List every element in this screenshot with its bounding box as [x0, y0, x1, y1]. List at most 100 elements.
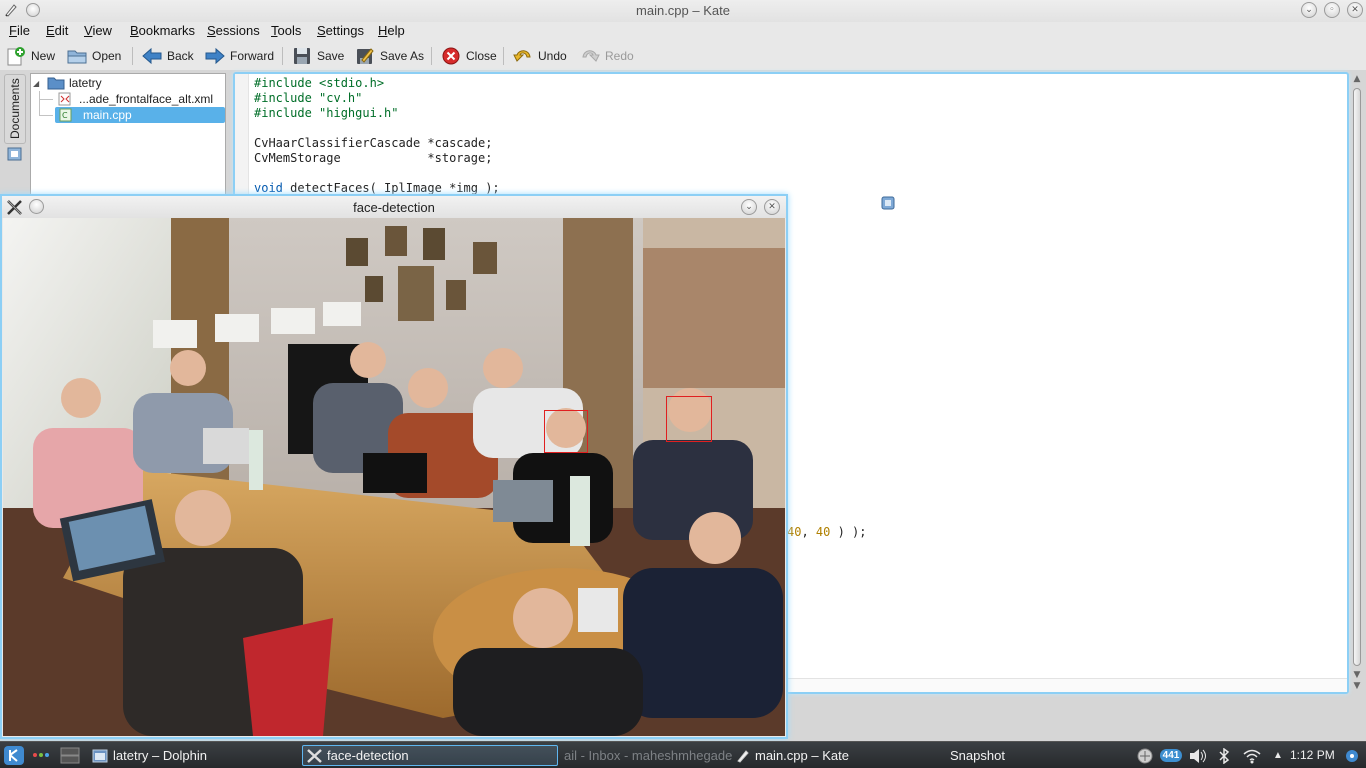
open-button-label: Open — [92, 49, 122, 63]
back-button-label: Back — [167, 49, 194, 63]
face-detection-titlebar[interactable]: face-detection ⌄ ✕ — [2, 196, 786, 218]
tray-expand-arrow-icon[interactable]: ▲ — [1270, 746, 1286, 765]
document-name: ...ade_frontalface_alt.xml — [79, 92, 214, 106]
filesystem-browser-tab-icon[interactable] — [6, 146, 24, 162]
side-tabbar: Documents — [4, 74, 26, 166]
code-number: 40 — [815, 525, 831, 539]
arrow-left-icon — [142, 47, 162, 65]
new-button-label: New — [31, 49, 56, 63]
detection-photo — [3, 218, 785, 736]
menu-settings[interactable]: Settings — [317, 23, 364, 38]
clock[interactable]: 1:12 PM — [1290, 748, 1335, 762]
documents-tab[interactable]: Documents — [4, 74, 26, 144]
panel-toolbox-icon[interactable] — [1342, 746, 1362, 765]
drag-window-icon[interactable] — [880, 195, 897, 212]
new-document-icon — [7, 47, 25, 66]
kate-window-icon — [737, 749, 749, 763]
kde-launcher-icon[interactable] — [3, 745, 25, 766]
menubar: File Edit View Bookmarks Sessions Tools … — [0, 22, 1366, 42]
save-button[interactable]: Save — [291, 45, 344, 67]
back-button[interactable]: Back — [141, 45, 194, 67]
minimize-button[interactable]: ⌄ — [741, 199, 757, 215]
pager-icon[interactable] — [60, 747, 80, 764]
document-item-selected[interactable]: C main.cpp — [55, 107, 225, 123]
undo-icon — [513, 50, 531, 62]
code-line-3: #include "highgui.h" — [254, 106, 399, 120]
scrollbar-thumb[interactable] — [1353, 88, 1361, 666]
save-button-label: Save — [317, 49, 345, 63]
code-text-fragment: , — [801, 525, 816, 539]
activities-dots-icon[interactable] — [32, 751, 50, 759]
code-text[interactable]: #include <stdio.h> #include "cv.h" #incl… — [254, 76, 500, 196]
kate-titlebar: main.cpp – Kate ⌄ ◦ ✕ — [0, 0, 1366, 22]
document-item[interactable]: ...ade_frontalface_alt.xml — [57, 91, 225, 107]
folder-name: latetry — [69, 76, 102, 90]
task-label: face-detection — [327, 748, 409, 763]
task-mail[interactable]: ail - Inbox - maheshmhegade@gi — [560, 745, 732, 766]
save-as-button[interactable]: Save As — [354, 45, 424, 67]
toolbar-separator — [503, 47, 504, 65]
new-button[interactable]: New — [5, 45, 55, 67]
redo-button[interactable]: Redo — [579, 45, 634, 67]
volume-icon[interactable] — [1186, 746, 1210, 765]
close-window-button[interactable]: ✕ — [764, 199, 780, 215]
save-as-button-label: Save As — [380, 49, 425, 63]
notification-badge[interactable]: 441 — [1158, 746, 1184, 765]
code-keyword-void: void — [254, 181, 283, 195]
task-label: main.cpp – Kate — [755, 748, 849, 763]
code-line-8: detectFaces( IplImage *img ); — [282, 181, 500, 195]
folder-row[interactable]: ◢ latetry — [33, 75, 102, 91]
menu-view[interactable]: View — [84, 23, 112, 38]
documents-tab-label: Documents — [8, 78, 22, 139]
tree-guide — [39, 91, 40, 115]
toolbar-separator — [282, 47, 283, 65]
wifi-icon[interactable] — [1240, 746, 1264, 765]
forward-button[interactable]: Forward — [204, 45, 274, 67]
menu-file[interactable]: File — [9, 23, 30, 38]
dolphin-window-icon — [92, 749, 108, 762]
network-manager-icon[interactable] — [1134, 746, 1156, 765]
toolbar-separator — [132, 47, 133, 65]
minimize-button[interactable]: ⌄ — [1301, 2, 1317, 18]
tree-guide — [39, 99, 53, 100]
folder-open-icon — [67, 50, 87, 64]
close-document-button[interactable]: Close — [440, 45, 497, 67]
task-label: Snapshot — [950, 748, 1005, 763]
documents-panel: ◢ latetry ...ade_frontalface_alt.xml C m… — [30, 73, 226, 197]
scroll-up-arrow-icon[interactable]: ▲ — [1351, 74, 1363, 86]
face-detection-title: face-detection — [353, 200, 435, 215]
photo-scene — [3, 218, 785, 736]
x-app-icon — [307, 748, 322, 763]
expand-arrow-icon[interactable]: ◢ — [33, 79, 45, 88]
task-dolphin[interactable]: latetry – Dolphin — [88, 745, 294, 766]
face-detection-box — [544, 410, 588, 453]
menu-edit[interactable]: Edit — [46, 23, 68, 38]
close-window-button[interactable]: ✕ — [1347, 2, 1363, 18]
menu-sessions[interactable]: Sessions — [207, 23, 260, 38]
undo-button[interactable]: Undo — [512, 45, 567, 67]
bluetooth-icon[interactable] — [1214, 746, 1234, 765]
code-line-1: #include <stdio.h> — [254, 76, 385, 90]
menu-tools[interactable]: Tools — [271, 23, 301, 38]
redo-button-label: Redo — [605, 49, 634, 63]
main-toolbar: New Open Back Forward Save Save As Close… — [0, 42, 1366, 70]
scroll-down-arrow-icon[interactable]: ▼ — [1351, 681, 1363, 693]
svg-text:C: C — [62, 111, 68, 120]
code-number: 40 — [787, 525, 802, 539]
task-snapshot[interactable]: Snapshot — [946, 745, 1096, 766]
maximize-button[interactable]: ◦ — [1324, 2, 1340, 18]
face-detection-window[interactable]: face-detection ⌄ ✕ — [0, 194, 788, 739]
close-button-label: Close — [466, 49, 497, 63]
tree-guide — [39, 115, 53, 116]
close-circle-icon — [442, 47, 460, 65]
editor-scrollbar[interactable]: ▲ ▼ ▼ — [1351, 74, 1363, 694]
taskbar: latetry – Dolphin face-detection ail - I… — [0, 741, 1366, 768]
task-label: ail - Inbox - maheshmhegade@gi — [564, 748, 732, 763]
task-face-detection[interactable]: face-detection — [302, 745, 558, 766]
task-kate[interactable]: main.cpp – Kate — [732, 745, 937, 766]
open-button[interactable]: Open — [66, 45, 121, 67]
menu-help[interactable]: Help — [378, 23, 405, 38]
face-detection-box — [666, 396, 712, 442]
menu-bookmarks[interactable]: Bookmarks — [130, 23, 195, 38]
kate-window-title: main.cpp – Kate — [636, 3, 730, 18]
